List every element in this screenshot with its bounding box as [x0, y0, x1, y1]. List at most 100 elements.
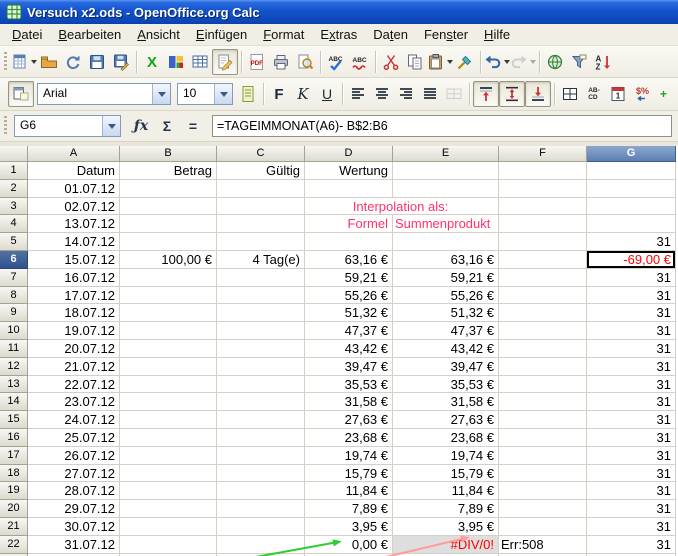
row-header-14[interactable]: 14: [0, 393, 28, 411]
cell-C6[interactable]: 4 Tag(e): [217, 251, 305, 269]
cell-B9[interactable]: [120, 304, 217, 322]
row-header-15[interactable]: 15: [0, 411, 28, 429]
row-header-16[interactable]: 16: [0, 429, 28, 447]
cell-A13[interactable]: 22.07.12: [28, 376, 120, 394]
cell-F15[interactable]: [499, 411, 587, 429]
cell-G12[interactable]: 31: [587, 358, 676, 376]
row-header-12[interactable]: 12: [0, 358, 28, 376]
edit-file-button[interactable]: [212, 49, 238, 75]
new-spreadsheet-button[interactable]: [11, 50, 37, 74]
cell-D13[interactable]: 35,53 €: [305, 376, 393, 394]
column-header-A[interactable]: A: [28, 146, 120, 162]
cell-D11[interactable]: 43,42 €: [305, 340, 393, 358]
cell-E11[interactable]: 43,42 €: [393, 340, 499, 358]
align-center-button[interactable]: [370, 82, 394, 106]
sort-ascending-button[interactable]: AZ: [591, 50, 615, 74]
cell-E4[interactable]: Summenprodukt: [393, 215, 499, 233]
cell-G5[interactable]: 31: [587, 233, 676, 251]
cell-D2[interactable]: [305, 180, 393, 198]
name-box-dropdown-icon[interactable]: [102, 116, 120, 136]
cell-B4[interactable]: [120, 215, 217, 233]
cell-B19[interactable]: [120, 482, 217, 500]
cell-A6[interactable]: 15.07.12: [28, 251, 120, 269]
bold-button[interactable]: F: [267, 82, 291, 106]
cell-B1[interactable]: Betrag: [120, 162, 217, 180]
cell-E14[interactable]: 31,58 €: [393, 393, 499, 411]
font-size-combo-dropdown-icon[interactable]: [214, 84, 232, 104]
cell-F12[interactable]: [499, 358, 587, 376]
cell-F3[interactable]: [499, 198, 587, 216]
cell-E19[interactable]: 11,84 €: [393, 482, 499, 500]
cell-B18[interactable]: [120, 465, 217, 483]
cell-C21[interactable]: [217, 518, 305, 536]
cell-D22[interactable]: 0,00 €: [305, 536, 393, 554]
cell-D15[interactable]: 27,63 €: [305, 411, 393, 429]
cell-G10[interactable]: 31: [587, 322, 676, 340]
cell-E16[interactable]: 23,68 €: [393, 429, 499, 447]
cell-C11[interactable]: [217, 340, 305, 358]
cell-A2[interactable]: 01.07.12: [28, 180, 120, 198]
cell-B17[interactable]: [120, 447, 217, 465]
align-top-button[interactable]: [473, 81, 499, 107]
cell-E20[interactable]: 7,89 €: [393, 500, 499, 518]
cell-E17[interactable]: 19,74 €: [393, 447, 499, 465]
column-header-E[interactable]: E: [393, 146, 499, 162]
cell-F13[interactable]: [499, 376, 587, 394]
cell-B13[interactable]: [120, 376, 217, 394]
cell-F11[interactable]: [499, 340, 587, 358]
cell-F22[interactable]: Err:508: [499, 536, 587, 554]
cell-G13[interactable]: 31: [587, 376, 676, 394]
row-header-20[interactable]: 20: [0, 500, 28, 518]
cell-E1[interactable]: [393, 162, 499, 180]
menu-datei[interactable]: Datei: [4, 25, 50, 44]
undo-button[interactable]: [484, 50, 510, 74]
cell-E10[interactable]: 47,37 €: [393, 322, 499, 340]
select-all-corner[interactable]: [0, 146, 28, 162]
cell-F8[interactable]: [499, 287, 587, 305]
align-justify-button[interactable]: [418, 82, 442, 106]
cell-B21[interactable]: [120, 518, 217, 536]
cell-E6[interactable]: 63,16 €: [393, 251, 499, 269]
excel-file-button[interactable]: X: [140, 50, 164, 74]
cell-C7[interactable]: [217, 269, 305, 287]
copy-button[interactable]: [403, 50, 427, 74]
cell-A8[interactable]: 17.07.12: [28, 287, 120, 305]
cell-C13[interactable]: [217, 376, 305, 394]
cell-D5[interactable]: [305, 233, 393, 251]
cell-B22[interactable]: [120, 536, 217, 554]
underline-button[interactable]: U: [315, 82, 339, 106]
row-header-8[interactable]: 8: [0, 287, 28, 305]
cell-G1[interactable]: [587, 162, 676, 180]
cell-C22[interactable]: [217, 536, 305, 554]
cell-E2[interactable]: [393, 180, 499, 198]
cell-E12[interactable]: 39,47 €: [393, 358, 499, 376]
row-header-22[interactable]: 22: [0, 536, 28, 554]
cell-E15[interactable]: 27,63 €: [393, 411, 499, 429]
row-header-1[interactable]: 1: [0, 162, 28, 180]
row-header-7[interactable]: 7: [0, 269, 28, 287]
cell-G8[interactable]: 31: [587, 287, 676, 305]
cell-B16[interactable]: [120, 429, 217, 447]
save-as-button[interactable]: [109, 50, 133, 74]
cell-A4[interactable]: 13.07.12: [28, 215, 120, 233]
cell-F10[interactable]: [499, 322, 587, 340]
row-header-13[interactable]: 13: [0, 376, 28, 394]
cell-C20[interactable]: [217, 500, 305, 518]
cell-E22[interactable]: #DIV/0!: [393, 536, 499, 554]
column-header-F[interactable]: F: [499, 146, 587, 162]
cell-G17[interactable]: 31: [587, 447, 676, 465]
export-pdf-button[interactable]: PDF: [245, 50, 269, 74]
equals-button[interactable]: =: [180, 115, 206, 137]
toolbar-grip[interactable]: [4, 116, 7, 136]
align-left-button[interactable]: [346, 82, 370, 106]
cell-B20[interactable]: [120, 500, 217, 518]
cell-G4[interactable]: [587, 215, 676, 233]
cell-F4[interactable]: [499, 215, 587, 233]
cell-E8[interactable]: 55,26 €: [393, 287, 499, 305]
cell-F7[interactable]: [499, 269, 587, 287]
cell-A21[interactable]: 30.07.12: [28, 518, 120, 536]
formula-input[interactable]: =TAGEIMMONAT(A6)- B$2:B6: [212, 115, 672, 137]
format-paintbrush-button[interactable]: [453, 50, 477, 74]
paste-button[interactable]: [427, 50, 453, 74]
cell-D21[interactable]: 3,95 €: [305, 518, 393, 536]
